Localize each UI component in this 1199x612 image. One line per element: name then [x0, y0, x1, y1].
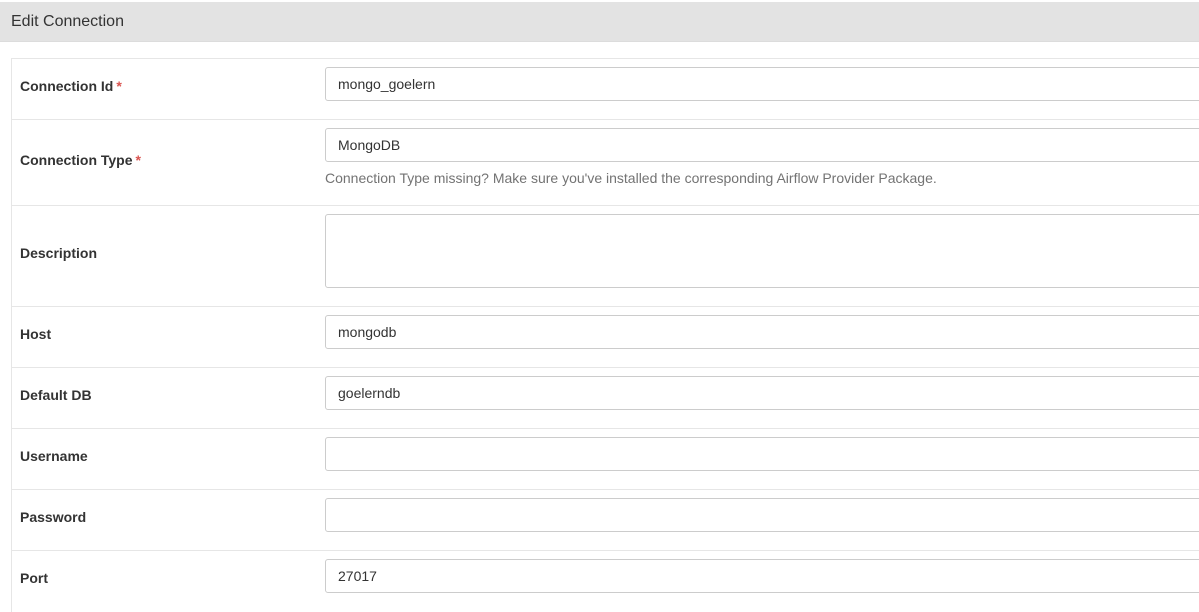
- row-port: Port 27017: [12, 551, 1199, 612]
- host-input[interactable]: mongodb: [325, 315, 1199, 349]
- row-password: Password: [12, 490, 1199, 551]
- connection-id-input[interactable]: mongo_goelern: [325, 67, 1199, 101]
- required-marker: *: [116, 78, 122, 94]
- username-input[interactable]: [325, 437, 1199, 471]
- row-host: Host mongodb: [12, 307, 1199, 368]
- row-default-db: Default DB goelerndb: [12, 368, 1199, 429]
- default-db-input[interactable]: goelerndb: [325, 376, 1199, 410]
- connection-type-help-text: Connection Type missing? Make sure you'v…: [325, 170, 937, 186]
- page-title: Edit Connection: [11, 13, 124, 30]
- host-label: Host: [20, 326, 52, 342]
- default-db-label: Default DB: [20, 387, 92, 403]
- description-label: Description: [20, 245, 98, 261]
- row-description: Description: [12, 206, 1199, 307]
- panel-heading: Edit Connection: [0, 2, 1199, 42]
- required-marker: *: [135, 152, 141, 168]
- username-label: Username: [20, 448, 88, 464]
- password-input[interactable]: [325, 498, 1199, 532]
- password-label: Password: [20, 509, 87, 525]
- description-textarea[interactable]: [325, 214, 1199, 288]
- connection-type-select[interactable]: MongoDB: [325, 128, 1199, 162]
- connection-id-label: Connection Id *: [20, 78, 122, 94]
- port-label: Port: [20, 570, 48, 586]
- edit-connection-form: Connection Id * mongo_goelern Connection …: [11, 58, 1199, 612]
- row-username: Username: [12, 429, 1199, 490]
- row-connection-type: Connection Type * MongoDB Connection Type…: [12, 120, 1199, 206]
- port-input[interactable]: 27017: [325, 559, 1199, 593]
- row-connection-id: Connection Id * mongo_goelern: [12, 59, 1199, 120]
- connection-type-label: Connection Type *: [20, 152, 141, 168]
